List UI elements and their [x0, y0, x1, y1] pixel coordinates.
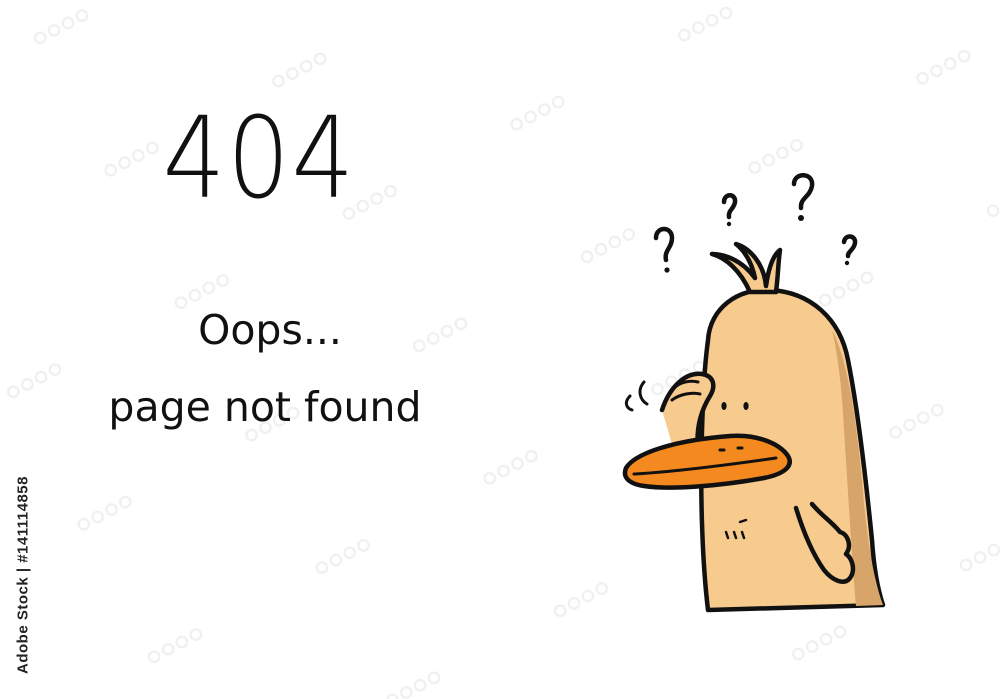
- stock-id-caption: Adobe Stock | #141114858: [8, 470, 38, 680]
- duck-beak: [622, 433, 792, 490]
- error-code: 404: [162, 94, 357, 224]
- question-mark-right: [841, 234, 858, 259]
- error-page: ○○○○ 404 Oops... page not found Adobe St…: [0, 0, 1000, 699]
- duck-tuft: [709, 241, 783, 295]
- question-mark-left: [653, 226, 675, 263]
- motion-lines: [624, 380, 649, 412]
- error-message: page not found: [108, 383, 422, 431]
- question-mark-top: [791, 173, 815, 211]
- question-mark-small: [721, 193, 738, 220]
- stock-id-text: Adobe Stock | #141114858: [14, 476, 32, 674]
- confused-duck-illustration: [622, 173, 886, 613]
- error-headline: Oops...: [198, 306, 342, 354]
